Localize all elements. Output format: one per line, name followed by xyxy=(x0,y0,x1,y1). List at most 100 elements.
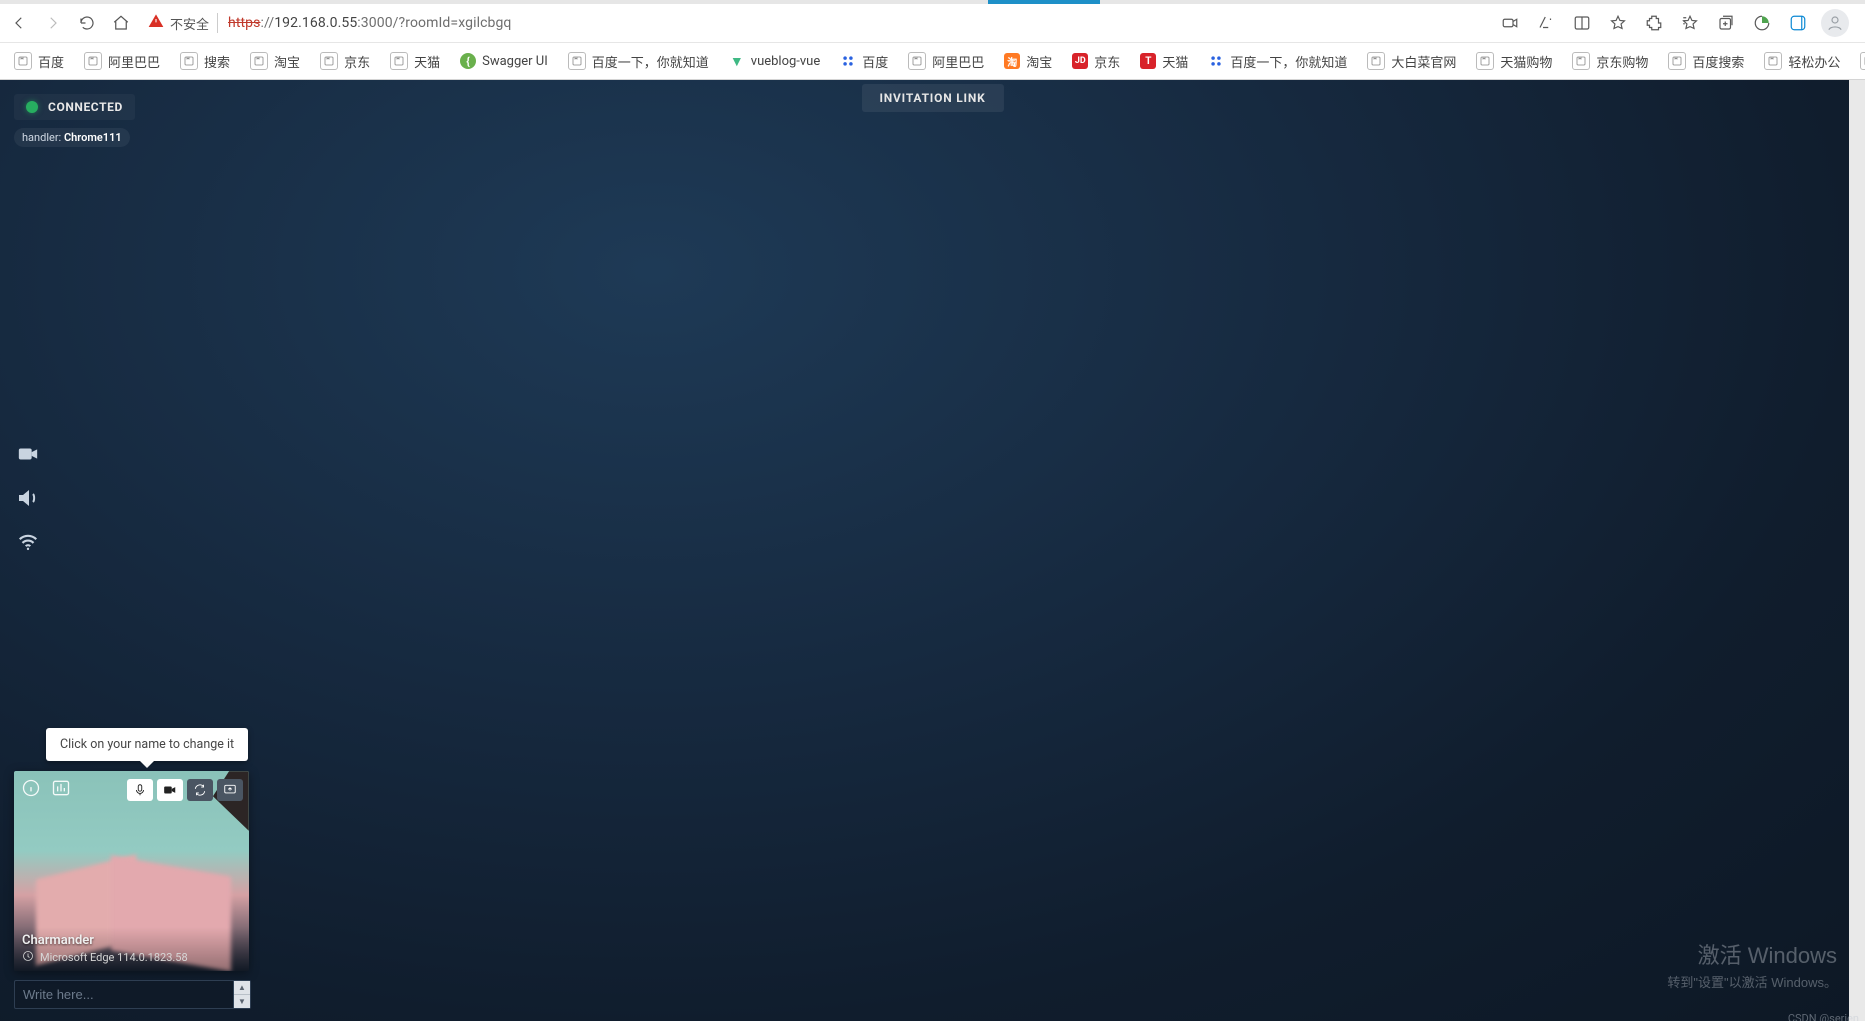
warning-icon xyxy=(148,13,164,33)
toolbar-right xyxy=(1497,9,1857,37)
bookmark-label: 百度 xyxy=(38,52,64,71)
security-indicator[interactable]: 不安全 xyxy=(148,13,218,33)
url-text: https://192.168.0.55:3000/?roomId=xgilcb… xyxy=(228,15,511,31)
viewport-scrollbar[interactable] xyxy=(1849,80,1865,1021)
tile-info-icons xyxy=(20,777,72,799)
bookmark-item[interactable]: 阿里巴巴 xyxy=(900,48,992,75)
bookmark-item[interactable]: 京东 xyxy=(312,48,378,75)
bookmark-item[interactable]: {Swagger UI xyxy=(452,49,556,73)
forward-button[interactable] xyxy=(42,12,64,34)
bookmark-favicon xyxy=(250,52,268,70)
bookmark-item[interactable]: 大白菜官网 xyxy=(1359,48,1464,75)
bookmark-favicon xyxy=(1208,53,1224,69)
tile-info-icon[interactable] xyxy=(20,777,42,799)
address-bar[interactable]: 不安全 https://192.168.0.55:3000/?roomId=xg… xyxy=(144,13,1485,33)
side-actions xyxy=(14,441,42,555)
tile-share-screen-button[interactable] xyxy=(217,779,243,801)
bookmark-label: vueblog-vue xyxy=(751,54,820,69)
toggle-audio-button[interactable] xyxy=(14,485,42,511)
bookmark-item[interactable]: T 天猫 xyxy=(1132,48,1196,75)
invitation-link-button[interactable]: INVITATION LINK xyxy=(861,84,1003,112)
connection-status-label: CONNECTED xyxy=(48,100,123,114)
bookmark-favicon xyxy=(390,52,408,70)
bookmark-item[interactable]: ▼vueblog-vue xyxy=(721,49,828,73)
bookmark-item[interactable]: 天猫 xyxy=(382,48,448,75)
split-screen-icon[interactable] xyxy=(1569,10,1595,36)
chat-spin-up[interactable]: ▲ xyxy=(234,981,250,995)
device-string: Microsoft Edge 114.0.1823.58 xyxy=(40,951,188,964)
connection-status-badge: CONNECTED xyxy=(14,94,135,120)
bookmark-favicon xyxy=(320,52,338,70)
bookmark-label: 天猫 xyxy=(414,52,440,71)
bookmark-favicon xyxy=(840,53,856,69)
bookmark-favicon xyxy=(1668,52,1686,70)
favorite-star-icon[interactable] xyxy=(1605,10,1631,36)
bookmark-item[interactable]: 天猫购物 xyxy=(1468,48,1560,75)
bookmark-favicon xyxy=(1476,52,1494,70)
tile-camera-button[interactable] xyxy=(157,779,183,801)
favorites-list-icon[interactable] xyxy=(1677,10,1703,36)
bookmark-favicon xyxy=(908,52,926,70)
windows-activation-line2: 转到"设置"以激活 Windows。 xyxy=(1667,972,1837,991)
bookmark-favicon xyxy=(84,52,102,70)
tile-switch-camera-button[interactable] xyxy=(187,779,213,801)
chat-spin-down[interactable]: ▼ xyxy=(234,995,250,1008)
status-dot-icon xyxy=(26,101,38,113)
bookmark-item[interactable]: 搜索 xyxy=(172,48,238,75)
bookmark-item[interactable]: 淘宝 xyxy=(242,48,308,75)
bookmark-favicon xyxy=(1367,52,1385,70)
bookmark-label: 京东 xyxy=(1094,52,1120,71)
bookmark-label: 天猫 xyxy=(1162,52,1188,71)
handler-value: Chrome111 xyxy=(64,131,122,144)
bookmark-item[interactable]: 阿里巴巴 xyxy=(76,48,168,75)
tile-mic-button[interactable] xyxy=(127,779,153,801)
bookmark-item[interactable]: 360搜索 xyxy=(1852,48,1865,75)
bookmark-item[interactable]: 百度 xyxy=(6,48,72,75)
bookmark-favicon: T xyxy=(1140,53,1156,69)
bookmark-label: 淘宝 xyxy=(1026,52,1052,71)
bookmark-label: 百度一下，你就知道 xyxy=(1230,52,1347,71)
bookmark-item[interactable]: 淘淘宝 xyxy=(996,48,1060,75)
bookmark-label: 天猫购物 xyxy=(1500,52,1552,71)
tile-stats-icon[interactable] xyxy=(50,777,72,799)
refresh-button[interactable] xyxy=(76,12,98,34)
profile-avatar[interactable] xyxy=(1821,9,1849,37)
bookmark-favicon xyxy=(14,52,32,70)
bookmark-label: 阿里巴巴 xyxy=(932,52,984,71)
bookmark-label: 百度一下，你就知道 xyxy=(592,52,709,71)
performance-icon[interactable] xyxy=(1749,10,1775,36)
network-quality-button[interactable] xyxy=(14,529,42,555)
bookmark-favicon xyxy=(1764,52,1782,70)
bookmark-favicon xyxy=(1860,52,1865,70)
camera-permission-icon[interactable] xyxy=(1497,10,1523,36)
bookmark-item[interactable]: 轻松办公 xyxy=(1756,48,1848,75)
toggle-camera-button[interactable] xyxy=(14,441,42,467)
bookmark-item[interactable]: 百度一下，你就知道 xyxy=(560,48,717,75)
tab-strip-accent xyxy=(0,0,1865,4)
bookmark-label: 京东 xyxy=(344,52,370,71)
bookmark-favicon xyxy=(1572,52,1590,70)
bookmark-label: Swagger UI xyxy=(482,54,548,69)
chat-input[interactable] xyxy=(15,981,233,1008)
collections-icon[interactable] xyxy=(1713,10,1739,36)
bookmark-item[interactable]: 京东购物 xyxy=(1564,48,1656,75)
address-bar-row: 不安全 https://192.168.0.55:3000/?roomId=xg… xyxy=(0,4,1865,43)
chat-input-wrap: ▲ ▼ xyxy=(14,980,251,1009)
bookmark-label: 京东购物 xyxy=(1596,52,1648,71)
display-name[interactable]: Charmander xyxy=(22,933,241,948)
bookmark-item[interactable]: 百度 xyxy=(832,48,896,75)
bookmark-item[interactable]: 百度一下，你就知道 xyxy=(1200,48,1355,75)
local-video-tile[interactable]: Charmander Microsoft Edge 114.0.1823.58 xyxy=(14,771,249,971)
bookmark-item[interactable]: 百度搜索 xyxy=(1660,48,1752,75)
app-viewport: CONNECTED handler: Chrome111 INVITATION … xyxy=(0,80,1865,1021)
back-button[interactable] xyxy=(8,12,30,34)
bookmark-label: 大白菜官网 xyxy=(1391,52,1456,71)
bookmark-favicon xyxy=(568,52,586,70)
edge-sidebar-icon[interactable] xyxy=(1785,10,1811,36)
bookmark-item[interactable]: JD京东 xyxy=(1064,48,1128,75)
bookmarks-bar: 百度阿里巴巴搜索淘宝京东天猫{Swagger UI百度一下，你就知道▼vuebl… xyxy=(0,43,1865,80)
bookmark-favicon xyxy=(180,52,198,70)
home-button[interactable] xyxy=(110,12,132,34)
extensions-icon[interactable] xyxy=(1641,10,1667,36)
read-aloud-icon[interactable] xyxy=(1533,10,1559,36)
